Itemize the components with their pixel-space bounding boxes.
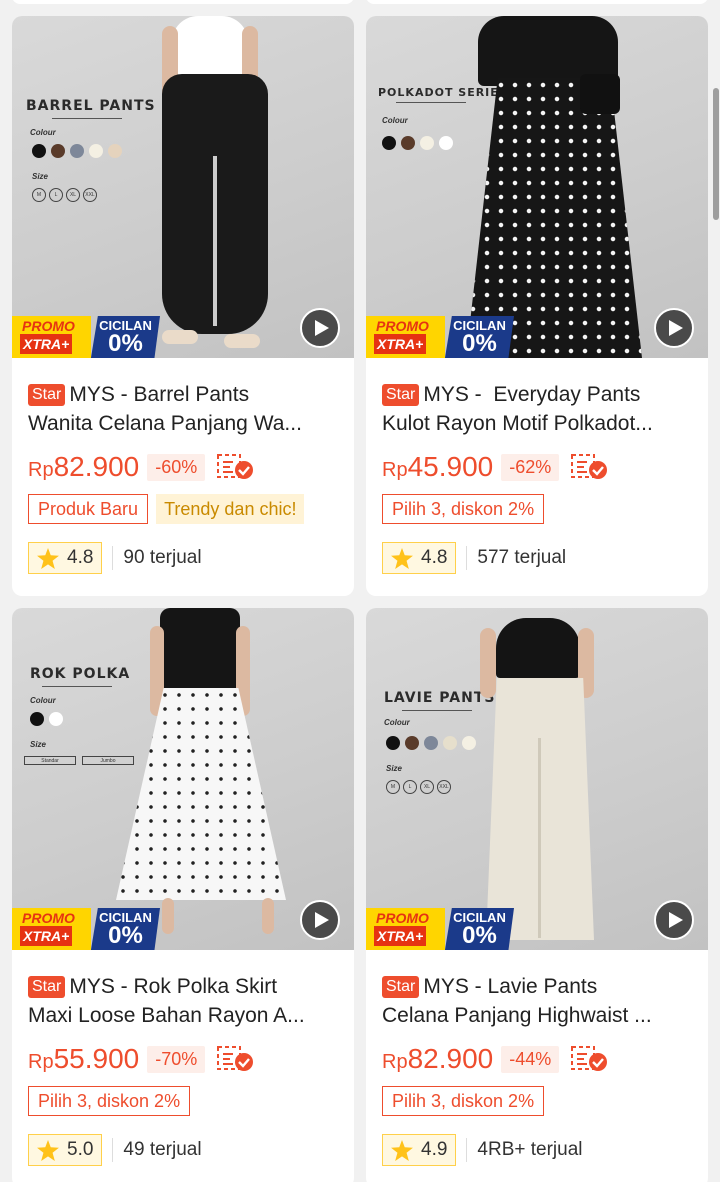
discount-badge: -60% [147, 453, 206, 481]
rating-badge: 4.8 [28, 542, 103, 574]
play-icon[interactable] [300, 308, 340, 348]
sold-count: 577 terjual [477, 547, 567, 568]
cod-check-icon [571, 1045, 609, 1073]
star-icon [391, 1139, 413, 1161]
product-image[interactable]: ROK POLKA Colour Size Standar Jumbo PROM… [12, 608, 354, 950]
swatch [420, 136, 434, 150]
swatch [108, 144, 122, 158]
promo-xtra-badge: PROMO XTRA+ CICILAN 0% [366, 908, 514, 950]
swatch [439, 136, 453, 150]
promo-xtra-badge: PROMO XTRA+ CICILAN 0% [366, 316, 514, 358]
model-skirt [116, 688, 286, 900]
star-seller-badge: Star [28, 384, 66, 406]
model-top [172, 16, 248, 76]
product-image[interactable]: POLKADOT SERIES Colour PROMO XTRA+ CICILA… [366, 16, 708, 358]
image-series-label: BARREL PANTS [26, 98, 156, 114]
swatch [382, 136, 396, 150]
swatch [405, 736, 419, 750]
cod-check-icon [217, 453, 255, 481]
product-image[interactable]: BARREL PANTS Colour Size M L XL XXL PROM… [12, 16, 354, 358]
rating-badge: 4.8 [382, 542, 457, 574]
rating-badge: 4.9 [382, 1134, 457, 1166]
product-card[interactable]: POLKADOT SERIES Colour PROMO XTRA+ CICILA… [366, 16, 708, 596]
previous-card-edge [12, 0, 354, 4]
image-series-label: POLKADOT SERIES [378, 86, 508, 99]
model-top [160, 608, 240, 692]
product-card[interactable]: LAVIE PANTS Colour Size M L XL XXL PROMO… [366, 608, 708, 1182]
tag-label: Pilih 3, diskon 2% [382, 494, 545, 524]
image-series-label: LAVIE PANTS [384, 690, 496, 706]
play-icon[interactable] [300, 900, 340, 940]
product-title[interactable]: Star MYS - Everyday Pants Kulot Rayon Mot… [382, 380, 692, 438]
tag-label: Pilih 3, diskon 2% [382, 1086, 545, 1116]
promo-tags: Pilih 3, diskon 2% [382, 494, 692, 524]
tag-label: Pilih 3, diskon 2% [28, 1086, 191, 1116]
colour-swatches [30, 712, 63, 726]
star-icon [391, 547, 413, 569]
product-card[interactable]: BARREL PANTS Colour Size M L XL XXL PROM… [12, 16, 354, 596]
size-options: M L XL XXL [32, 188, 97, 202]
colour-swatches [386, 736, 476, 750]
tag-label: Trendy dan chic! [156, 494, 305, 524]
star-seller-badge: Star [382, 976, 420, 998]
product-price: Rp55.900 [28, 1043, 140, 1074]
swatch [401, 136, 415, 150]
swatch [49, 712, 63, 726]
swatch [424, 736, 438, 750]
promo-tags: Pilih 3, diskon 2% [382, 1086, 692, 1116]
discount-badge: -44% [501, 1045, 560, 1073]
swatch [32, 144, 46, 158]
cod-check-icon [217, 1045, 255, 1073]
star-seller-badge: Star [28, 976, 66, 998]
swatch [386, 736, 400, 750]
rating-badge: 5.0 [28, 1134, 103, 1166]
promo-tags: Produk Baru Trendy dan chic! [28, 494, 338, 524]
promo-tags: Pilih 3, diskon 2% [28, 1086, 338, 1116]
play-icon[interactable] [654, 308, 694, 348]
colour-swatches [382, 136, 453, 150]
product-title[interactable]: Star MYS - Barrel Pants Wanita Celana Pan… [28, 380, 338, 438]
swatch [443, 736, 457, 750]
play-icon[interactable] [654, 900, 694, 940]
colour-swatches [32, 144, 122, 158]
scrollbar[interactable] [713, 88, 719, 220]
star-icon [37, 1139, 59, 1161]
product-title[interactable]: Star MYS - Lavie Pants Celana Panjang Hig… [382, 972, 692, 1030]
discount-badge: -62% [501, 453, 560, 481]
size-options: M L XL XXL [386, 780, 451, 794]
previous-card-edge [366, 0, 708, 4]
swatch [51, 144, 65, 158]
cod-check-icon [571, 453, 609, 481]
product-title[interactable]: Star MYS - Rok Polka Skirt Maxi Loose Bah… [28, 972, 338, 1030]
image-series-label: ROK POLKA [30, 666, 131, 682]
sold-count: 4RB+ terjual [477, 1139, 583, 1160]
promo-xtra-badge: PROMO XTRA+ CICILAN 0% [12, 908, 160, 950]
star-seller-badge: Star [382, 384, 420, 406]
discount-badge: -70% [147, 1045, 206, 1073]
model-bag [580, 74, 620, 114]
star-icon [37, 547, 59, 569]
product-price: Rp82.900 [382, 1043, 494, 1074]
swatch [30, 712, 44, 726]
product-image[interactable]: LAVIE PANTS Colour Size M L XL XXL PROMO… [366, 608, 708, 950]
swatch [462, 736, 476, 750]
swatch [89, 144, 103, 158]
product-card[interactable]: ROK POLKA Colour Size Standar Jumbo PROM… [12, 608, 354, 1182]
swatch [70, 144, 84, 158]
sold-count: 90 terjual [123, 547, 202, 568]
tag-label: Produk Baru [28, 494, 149, 524]
sold-count: 49 terjual [123, 1139, 202, 1160]
promo-xtra-badge: PROMO XTRA+ CICILAN 0% [12, 316, 160, 358]
product-price: Rp45.900 [382, 451, 494, 482]
model-top [496, 618, 580, 678]
product-price: Rp82.900 [28, 451, 140, 482]
